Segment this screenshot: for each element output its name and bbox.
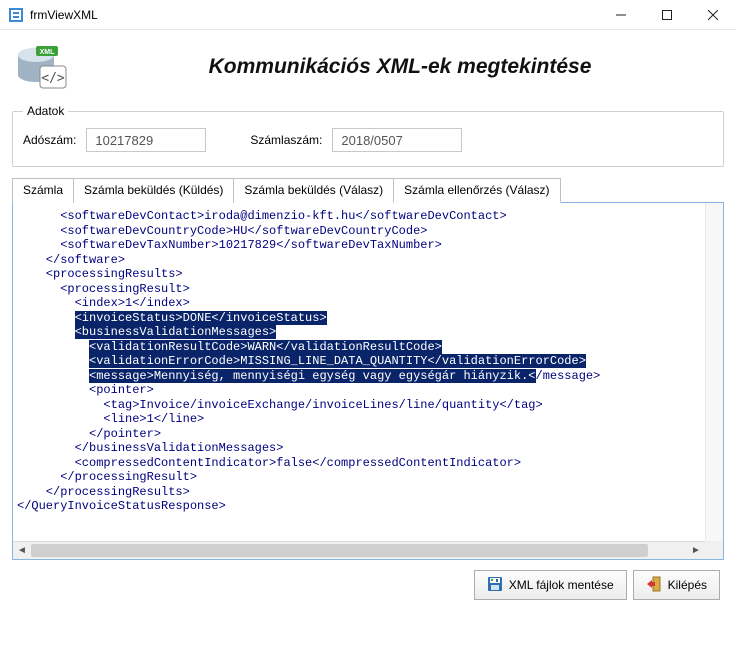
svg-text:XML: XML [40, 49, 56, 56]
maximize-button[interactable] [644, 0, 690, 30]
scroll-left-icon[interactable]: ◄ [13, 542, 31, 559]
xml-textarea[interactable]: <softwareDevContact>iroda@dimenzio-kft.h… [17, 207, 723, 541]
window-title: frmViewXML [30, 8, 98, 22]
close-button[interactable] [690, 0, 736, 30]
xml-line: <softwareDevCountryCode>HU</softwareDevC… [17, 224, 723, 239]
xml-line: <softwareDevTaxNumber>10217829</software… [17, 238, 723, 253]
scroll-right-icon[interactable]: ► [687, 542, 705, 559]
page-title: Kommunikációs XML-ek megtekintése [78, 55, 722, 79]
window-buttons [598, 0, 736, 30]
xml-line: <pointer> [17, 383, 723, 398]
xml-line: </QueryInvoiceStatusResponse> [17, 499, 723, 514]
xml-line: </processingResults> [17, 485, 723, 500]
adoszam-label: Adószám: [23, 133, 76, 147]
tab-0[interactable]: Számla [12, 178, 74, 203]
exit-button[interactable]: Kilépés [633, 570, 720, 600]
xml-line: <validationErrorCode>MISSING_LINE_DATA_Q… [17, 354, 723, 369]
xml-line: </businessValidationMessages> [17, 441, 723, 456]
adatok-group: Adatok Adószám: Számlaszám: [12, 104, 724, 167]
szamlaszam-label: Számlaszám: [250, 133, 322, 147]
tab-3[interactable]: Számla ellenőrzés (Válasz) [393, 178, 560, 203]
xml-line: </processingResult> [17, 470, 723, 485]
xml-line: <tag>Invoice/invoiceExchange/invoiceLine… [17, 398, 723, 413]
save-xml-button[interactable]: XML fájlok mentése [474, 570, 627, 600]
xml-panel: <softwareDevContact>iroda@dimenzio-kft.h… [12, 202, 724, 560]
minimize-button[interactable] [598, 0, 644, 30]
xml-line: </pointer> [17, 427, 723, 442]
app-logo: XML </> [14, 42, 70, 92]
xml-line: <processingResult> [17, 282, 723, 297]
adoszam-input[interactable] [86, 128, 206, 152]
xml-line: <softwareDevContact>iroda@dimenzio-kft.h… [17, 209, 723, 224]
scroll-thumb[interactable] [31, 544, 648, 557]
tabs: SzámlaSzámla beküldés (Küldés)Számla bek… [12, 177, 724, 202]
szamlaszam-input[interactable] [332, 128, 462, 152]
exit-icon [646, 576, 662, 595]
save-xml-label: XML fájlok mentése [509, 578, 614, 592]
xml-line: <validationResultCode>WARN</validationRe… [17, 340, 723, 355]
app-icon [8, 7, 24, 23]
tab-1[interactable]: Számla beküldés (Küldés) [73, 178, 234, 203]
floppy-icon [487, 576, 503, 595]
xml-line: <processingResults> [17, 267, 723, 282]
xml-line: <businessValidationMessages> [17, 325, 723, 340]
horizontal-scrollbar[interactable]: ◄ ► [13, 541, 705, 559]
svg-text:</>: </> [41, 71, 65, 86]
titlebar: frmViewXML [0, 0, 736, 30]
xml-line: </software> [17, 253, 723, 268]
adatok-legend: Adatok [23, 104, 68, 118]
xml-line: <message>Mennyiség, mennyiségi egység va… [17, 369, 723, 384]
xml-line: <compressedContentIndicator>false</compr… [17, 456, 723, 471]
scroll-track[interactable] [31, 542, 687, 559]
exit-label: Kilépés [668, 578, 707, 592]
tab-2[interactable]: Számla beküldés (Válasz) [233, 178, 394, 203]
xml-line: <index>1</index> [17, 296, 723, 311]
xml-line: <line>1</line> [17, 412, 723, 427]
xml-line: <invoiceStatus>DONE</invoiceStatus> [17, 311, 723, 326]
scroll-corner [705, 541, 723, 559]
